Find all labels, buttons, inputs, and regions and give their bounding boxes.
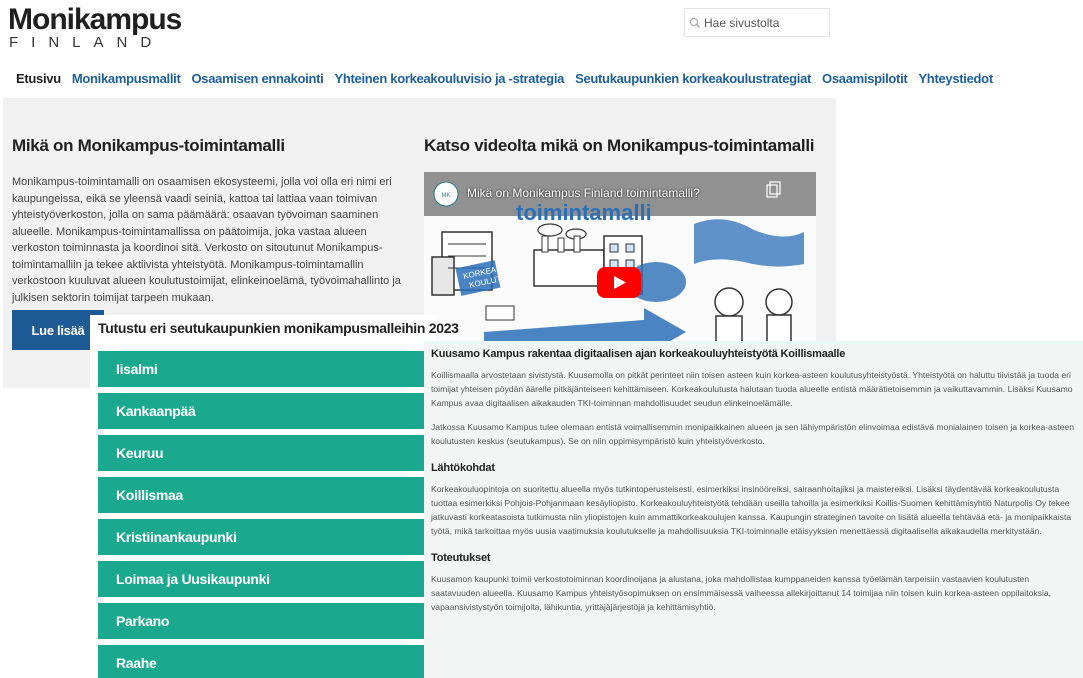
play-icon[interactable]: [597, 267, 641, 298]
panel-subheading-toteutukset: Toteutukset: [431, 552, 491, 564]
nav-item-monikampusmallit[interactable]: Monikampusmallit: [72, 71, 181, 86]
nav-item-korkeakouluvisio[interactable]: Yhteinen korkeakouluvisio ja -strategia: [334, 71, 564, 86]
accordion-item-keuruu[interactable]: Keuruu: [98, 435, 436, 471]
accordion-item-raahe[interactable]: Raahe: [98, 645, 436, 678]
nav-item-yhteystiedot[interactable]: Yhteystiedot: [918, 71, 993, 86]
accordion-item-kankaanpaa[interactable]: Kankaanpää: [98, 393, 436, 429]
logo-subtext: FINLAND: [9, 34, 165, 51]
koillismaa-panel: Kuusamo Kampus rakentaa digitaalisen aja…: [424, 341, 1083, 678]
main-nav: Etusivu Monikampusmallit Osaamisen ennak…: [16, 67, 1004, 89]
nav-item-osaamispilotit[interactable]: Osaamispilotit: [822, 71, 908, 86]
video-title: Mikä on Monikampus Finland toimintamalli…: [467, 186, 700, 200]
panel-paragraph: Koillismaalla arvostetaan sivistystä. Ku…: [431, 370, 1073, 408]
accordion-item-parkano[interactable]: Parkano: [98, 603, 436, 639]
svg-text:MK: MK: [442, 193, 451, 199]
panel-paragraph: Korkeakouluopintoja on suoritettu alueel…: [431, 484, 1072, 536]
accordion-item-loimaa-uusikaupunki[interactable]: Loimaa ja Uusikaupunki: [98, 561, 436, 597]
logo-text: Monikampus: [8, 3, 182, 36]
video-section-title: Katso videolta mikä on Monikampus-toimin…: [424, 136, 815, 155]
accordion-item-kristiinankaupunki[interactable]: Kristiinankaupunki: [98, 519, 436, 555]
search-box[interactable]: [684, 8, 830, 37]
panel-paragraph: Kuusamon kaupunki toimii verkostotoiminn…: [431, 574, 1052, 612]
svg-text:toimintamalli: toimintamalli: [516, 200, 652, 225]
intro-title: Mikä on Monikampus-toimintamalli: [12, 136, 285, 155]
accordion-item-koillismaa[interactable]: Koillismaa: [98, 477, 436, 513]
site-logo[interactable]: Monikampus FINLAND: [8, 3, 182, 51]
panel-title: Kuusamo Kampus rakentaa digitaalisen aja…: [431, 348, 846, 360]
accordion-section: Tutustu eri seutukaupunkien monikampusma…: [90, 315, 459, 678]
panel-subheading-lahtokohdat: Lähtökohdat: [431, 462, 495, 474]
accordion-list: Iisalmi Kankaanpää Keuruu Koillismaa Kri…: [98, 351, 436, 678]
search-input[interactable]: [704, 15, 824, 30]
intro-text: Monikampus-toimintamalli on osaamisen ek…: [12, 176, 401, 304]
accordion-heading: Tutustu eri seutukaupunkien monikampusma…: [98, 320, 459, 336]
nav-item-korkeakoulustrategiat[interactable]: Seutukaupunkien korkeakoulustrategiat: [575, 71, 811, 86]
panel-top-strip: [424, 341, 1083, 344]
accordion-item-iisalmi[interactable]: Iisalmi: [98, 351, 436, 387]
panel-paragraph: Jatkossa Kuusamo Kampus tulee olemaan en…: [431, 422, 1074, 446]
nav-item-etusivu[interactable]: Etusivu: [16, 71, 61, 86]
search-icon: [689, 17, 701, 29]
nav-item-osaamisen-ennakointi[interactable]: Osaamisen ennakointi: [191, 71, 323, 86]
